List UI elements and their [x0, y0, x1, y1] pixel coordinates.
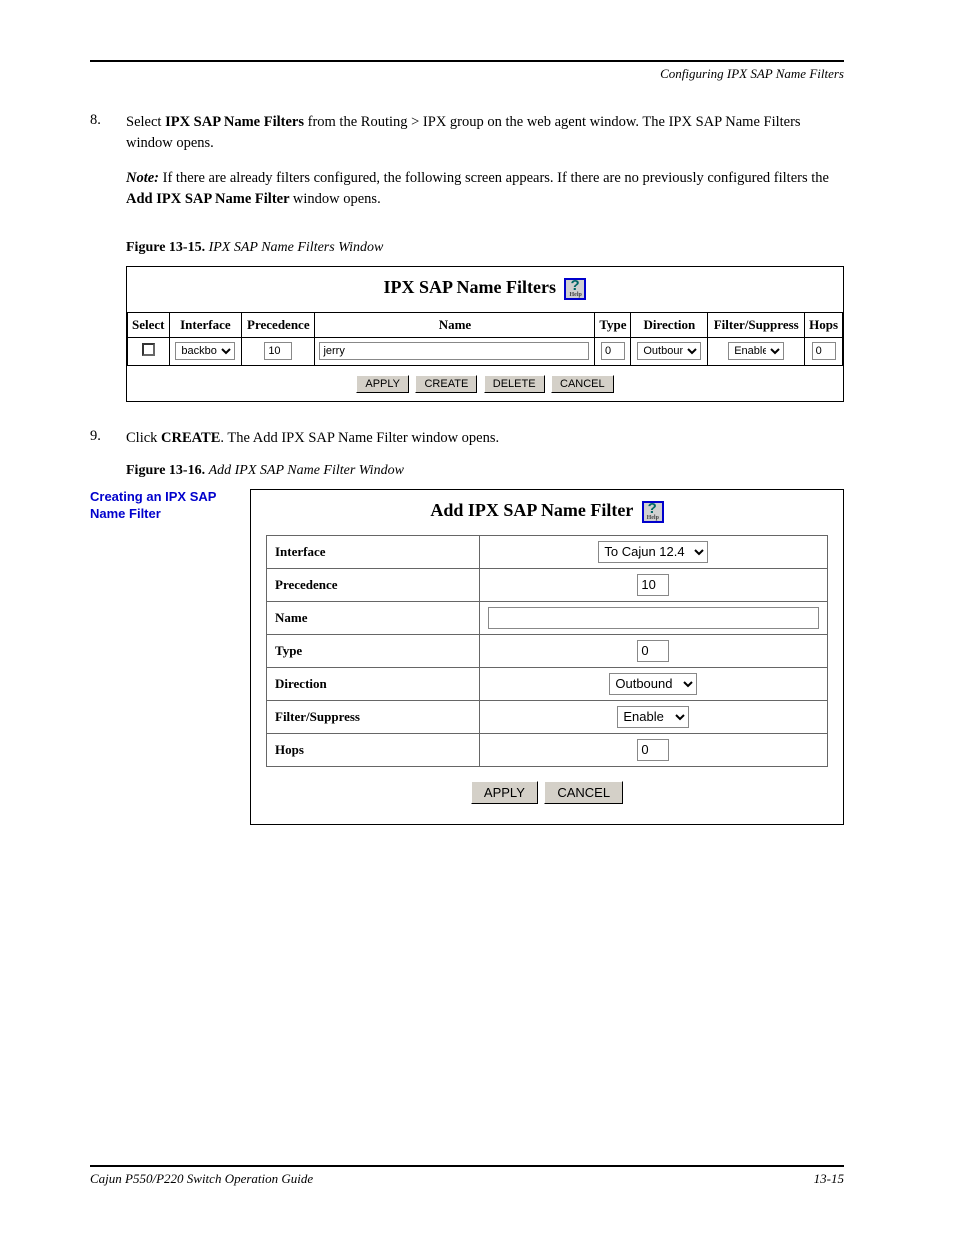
fig1-title: IPX SAP Name Filters Window — [209, 240, 384, 255]
header-rule — [90, 60, 844, 62]
step8-bold: IPX SAP Name Filters — [165, 114, 304, 130]
type-input[interactable] — [601, 342, 625, 360]
page-header: Configuring IPX SAP Name Filters — [90, 66, 844, 82]
add-precedence-input[interactable] — [637, 574, 669, 596]
fig2-title: Add IPX SAP Name Filter Window — [209, 463, 404, 478]
note-bold2: Add IPX SAP Name Filter — [126, 191, 293, 207]
add-interface-select[interactable]: To Cajun 12.4 — [598, 541, 708, 563]
note-text2: window opens. — [293, 191, 381, 207]
step9-bold[interactable]: CREATE — [161, 430, 220, 446]
th-hops: Hops — [805, 312, 843, 337]
help-icon[interactable] — [564, 278, 586, 300]
lbl-precedence: Precedence — [267, 568, 480, 601]
note-label: Note: — [126, 170, 163, 186]
step9-a: Click — [126, 430, 161, 446]
th-precedence: Precedence — [242, 312, 315, 337]
shot1-title: IPX SAP Name Filters — [384, 277, 556, 297]
screenshot-1: IPX SAP Name Filters Select Interface Pr… — [126, 266, 844, 402]
add-cancel-button[interactable]: CANCEL — [544, 781, 623, 804]
step8-body: Select IPX SAP Name Filters from the Rou… — [126, 112, 844, 154]
cancel-button[interactable]: CANCEL — [551, 375, 614, 393]
add-type-input[interactable] — [637, 640, 669, 662]
fig1-label: Figure 13-15. — [126, 240, 209, 255]
shot2-title-row: Add IPX SAP Name Filter — [251, 490, 843, 535]
lbl-type: Type — [267, 634, 480, 667]
step9-number: 9. — [90, 428, 126, 449]
shot1-buttons: APPLY CREATE DELETE CANCEL — [127, 366, 843, 401]
hops-input[interactable] — [812, 342, 836, 360]
note-text: If there are already filters configured,… — [163, 170, 829, 186]
shot2-title: Add IPX SAP Name Filter — [430, 500, 633, 520]
add-filtsup-select[interactable]: Enable — [617, 706, 689, 728]
footer-rule — [90, 1165, 844, 1167]
lbl-name: Name — [267, 601, 480, 634]
step8-number: 8. — [90, 112, 126, 154]
th-name: Name — [315, 312, 595, 337]
lbl-filtsup: Filter/Suppress — [267, 700, 480, 733]
add-filter-table: Interface To Cajun 12.4 Precedence Name … — [266, 535, 828, 767]
direction-select[interactable]: Outbound — [637, 342, 701, 360]
name-input[interactable] — [319, 342, 589, 360]
th-type: Type — [595, 312, 631, 337]
add-name-input[interactable] — [488, 607, 819, 629]
footer: Cajun P550/P220 Switch Operation Guide 1… — [90, 1171, 844, 1187]
lbl-interface: Interface — [267, 535, 480, 568]
lbl-hops: Hops — [267, 733, 480, 766]
th-interface: Interface — [169, 312, 242, 337]
step8-text-a: Select — [126, 114, 165, 130]
interface-select[interactable]: backbone — [175, 342, 235, 360]
table-row: backbone Outbound Enable — [128, 337, 843, 365]
precedence-input[interactable] — [264, 342, 292, 360]
th-direction: Direction — [631, 312, 708, 337]
footer-right: 13-15 — [814, 1171, 844, 1187]
th-filtsup: Filter/Suppress — [708, 312, 805, 337]
create-button[interactable]: CREATE — [415, 375, 477, 393]
apply-button[interactable]: APPLY — [356, 375, 409, 393]
row-precedence: Precedence — [267, 568, 828, 601]
filtsup-select[interactable]: Enable — [728, 342, 784, 360]
screenshot-2: Add IPX SAP Name Filter Interface To Caj… — [250, 489, 844, 825]
row-filtsup: Filter/Suppress Enable — [267, 700, 828, 733]
filters-table: Select Interface Precedence Name Type Di… — [127, 312, 843, 366]
add-apply-button[interactable]: APPLY — [471, 781, 538, 804]
footer-left: Cajun P550/P220 Switch Operation Guide — [90, 1171, 313, 1187]
add-hops-input[interactable] — [637, 739, 669, 761]
th-select: Select — [128, 312, 170, 337]
side-heading: Creating an IPX SAP Name Filter — [90, 489, 250, 523]
note-block: Note: If there are already filters confi… — [126, 168, 844, 210]
delete-button[interactable]: DELETE — [484, 375, 545, 393]
row-hops: Hops — [267, 733, 828, 766]
row-name: Name — [267, 601, 828, 634]
row-type: Type — [267, 634, 828, 667]
row-interface: Interface To Cajun 12.4 — [267, 535, 828, 568]
lbl-direction: Direction — [267, 667, 480, 700]
row-direction: Direction Outbound — [267, 667, 828, 700]
select-checkbox[interactable] — [142, 343, 155, 356]
step9-b: . The Add IPX SAP Name Filter window ope… — [220, 430, 499, 446]
shot1-title-row: IPX SAP Name Filters — [127, 267, 843, 312]
step9-body: Click CREATE. The Add IPX SAP Name Filte… — [126, 428, 499, 449]
shot2-buttons: APPLY CANCEL — [251, 767, 843, 812]
help-icon[interactable] — [642, 501, 664, 523]
add-direction-select[interactable]: Outbound — [609, 673, 697, 695]
fig2-label: Figure 13-16. — [126, 463, 209, 478]
